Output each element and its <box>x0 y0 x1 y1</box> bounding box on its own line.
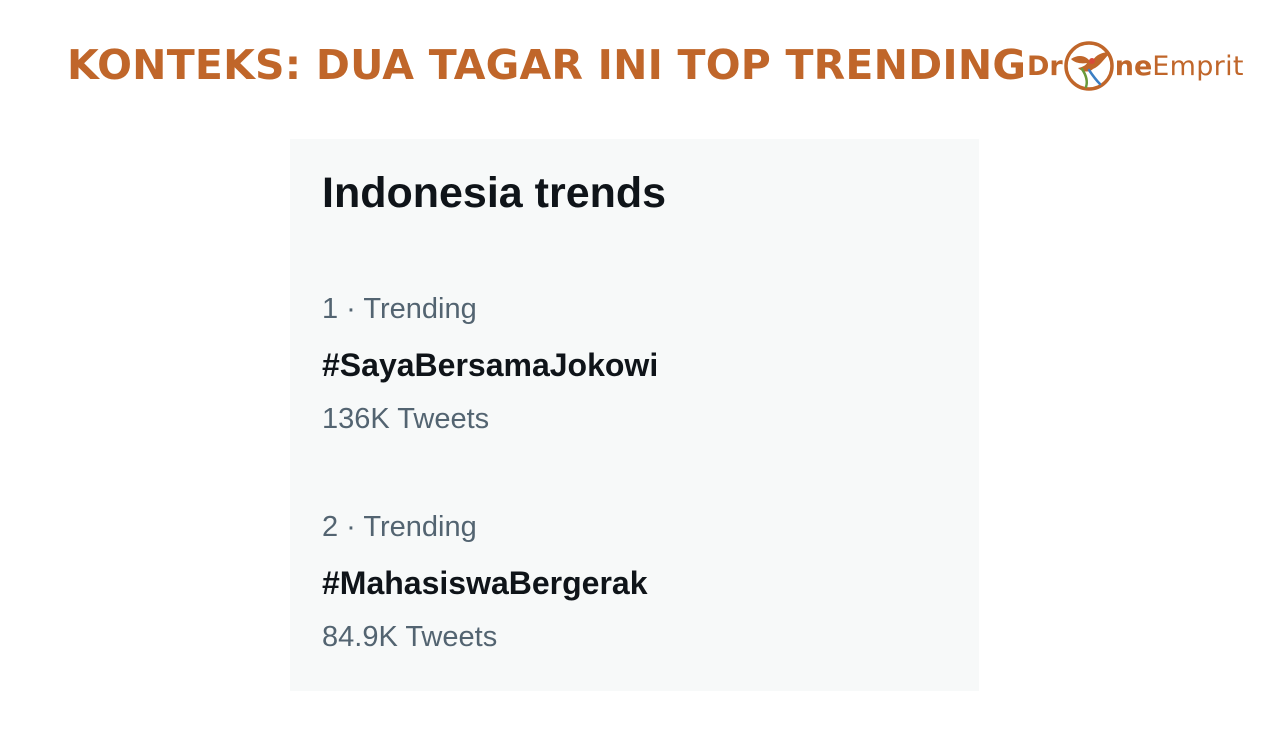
trends-card: Indonesia trends 1 · Trending #SayaBersa… <box>290 139 979 691</box>
logo-text-start: Dr <box>1027 50 1063 82</box>
slide-title: KONTEKS: DUA TAGAR INI TOP TRENDING <box>67 41 1027 89</box>
trend-item-2[interactable]: 2 · Trending #MahasiswaBergerak 84.9K Tw… <box>322 509 942 679</box>
trend-item-1[interactable]: 1 · Trending #SayaBersamaJokowi 136K Twe… <box>322 291 942 461</box>
drone-bird-emblem-icon <box>1063 41 1114 91</box>
logo-text-bold-end: ne <box>1114 50 1153 82</box>
trends-heading: Indonesia trends <box>322 169 667 217</box>
logo-text-end: Emprit <box>1152 50 1244 82</box>
drone-emprit-logo: Dr ne Emprit <box>1027 40 1244 92</box>
trend-meta: 2 · Trending <box>322 511 477 543</box>
trend-meta: 1 · Trending <box>322 293 477 325</box>
trend-hashtag[interactable]: #SayaBersamaJokowi <box>322 346 658 384</box>
trend-tweet-count: 136K Tweets <box>322 403 490 435</box>
trend-tweet-count: 84.9K Tweets <box>322 621 498 653</box>
trend-hashtag[interactable]: #MahasiswaBergerak <box>322 564 648 602</box>
